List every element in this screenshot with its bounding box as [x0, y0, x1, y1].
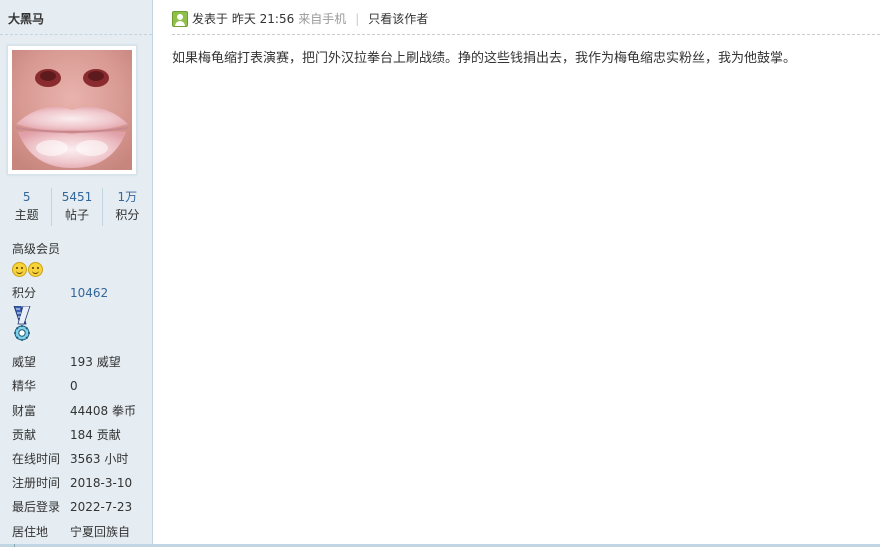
rank-stars [12, 262, 43, 277]
info-row-prestige: 威望 193 威望 [12, 353, 121, 370]
post-content: 如果梅龟缩打表演赛，把门外汉拉拳台上刷战绩。挣的这些钱捐出去，我作为梅龟缩忠实粉… [172, 51, 797, 66]
post-meta-divider [172, 34, 880, 35]
info-row-wealth: 财富 44408 拳币 [12, 402, 136, 419]
stat-credits-value: 1万 [117, 190, 138, 204]
info-key: 在线时间 [12, 452, 61, 466]
medal-icon[interactable] [12, 306, 32, 342]
author-stats: 5 主题 5451 帖子 1万 积分 [2, 188, 152, 226]
sidebar-divider [0, 34, 152, 35]
info-value-credits[interactable]: 10462 [70, 286, 108, 300]
post-main: 发表于 昨天 21:56 来自手机 | 只看该作者 如果梅龟缩打表演赛，把门外汉… [154, 0, 880, 544]
smiley-icon [12, 262, 27, 277]
info-value: 2018-3-10 [70, 476, 133, 490]
stat-threads-label: 主题 [14, 208, 39, 222]
info-value: 193 威望 [70, 355, 121, 369]
author-username[interactable]: 大黑马 [8, 10, 44, 27]
online-user-icon [172, 10, 188, 27]
post-time: 发表于 昨天 21:56 [192, 12, 295, 26]
info-row-register-date: 注册时间 2018-3-10 [12, 474, 132, 491]
info-key: 威望 [12, 355, 37, 369]
info-row-last-login: 最后登录 2022-7-23 [12, 498, 132, 515]
only-author-link[interactable]: 只看该作者 [368, 10, 428, 27]
info-value: 44408 拳币 [70, 404, 136, 418]
stat-posts[interactable]: 5451 帖子 [52, 188, 103, 226]
info-value: 2022-7-23 [70, 500, 133, 514]
info-row-location: 居住地 宁夏回族自 [12, 523, 130, 540]
meta-pipe-divider: | [355, 11, 360, 26]
smiley-icon [28, 262, 43, 277]
info-key: 财富 [12, 404, 37, 418]
author-sidebar: 大黑马 5 主题 5451 帖子 1万 积分 高级会员 积分 10462 威望 … [0, 0, 153, 544]
avatar-image [12, 50, 132, 170]
stat-credits-label: 积分 [115, 208, 140, 222]
post-meta: 发表于 昨天 21:56 来自手机 | 只看该作者 [172, 10, 428, 27]
info-row-digest: 精华 0 [12, 377, 78, 394]
stat-threads-value: 5 [22, 190, 31, 204]
info-row-credits: 积分 10462 [12, 284, 108, 301]
stat-posts-label: 帖子 [64, 208, 89, 222]
info-value: 0 [70, 379, 78, 393]
info-key: 最后登录 [12, 500, 61, 514]
info-value: 宁夏回族自 [70, 525, 131, 539]
user-group-label[interactable]: 高级会员 [12, 240, 60, 257]
info-key: 贡献 [12, 428, 37, 442]
info-key: 注册时间 [12, 476, 61, 490]
info-key: 精华 [12, 379, 37, 393]
info-key: 积分 [12, 286, 37, 300]
info-row-online-time: 在线时间 3563 小时 [12, 450, 128, 467]
info-key: 居住地 [12, 525, 49, 539]
info-value: 184 贡献 [70, 428, 121, 442]
avatar[interactable] [7, 45, 137, 175]
post-source: 来自手机 [298, 12, 347, 26]
stat-credits[interactable]: 1万 积分 [103, 188, 152, 226]
info-value: 3563 小时 [70, 452, 129, 466]
stat-threads[interactable]: 5 主题 [2, 188, 53, 226]
stat-posts-value: 5451 [61, 190, 93, 204]
info-row-contribution: 贡献 184 贡献 [12, 426, 121, 443]
